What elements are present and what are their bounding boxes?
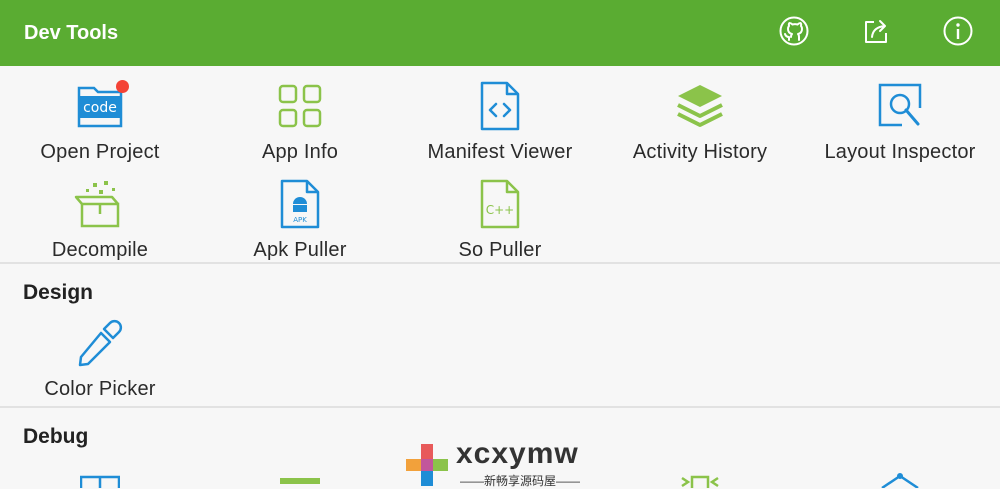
debug-tool-icon[interactable]: [80, 468, 120, 488]
watermark-text: xcxymw: [456, 437, 579, 470]
tool-decompile[interactable]: Decompile: [0, 164, 200, 262]
tool-label: Color Picker: [44, 378, 156, 400]
design-section-title: Design: [23, 281, 94, 304]
debug-tool-icon[interactable]: [280, 468, 320, 488]
code-folder-icon: code: [74, 80, 129, 132]
tool-label: Decompile: [51, 239, 149, 261]
debug-tool-icon[interactable]: [680, 468, 720, 488]
open-box-icon: [74, 178, 126, 230]
tool-app-info[interactable]: App Info: [200, 66, 400, 164]
tool-so-puller[interactable]: C++ So Puller: [400, 164, 600, 262]
app-bar: Dev Tools: [0, 0, 1000, 66]
watermark: xcxymw ——新畅享源码屋——: [404, 437, 604, 488]
tool-label: Layout Inspector: [824, 141, 976, 163]
watermark-logo-icon: [406, 444, 448, 486]
app-bar-actions: [778, 15, 974, 47]
apk-file-icon: APK: [274, 178, 326, 230]
eyedropper-icon: [74, 317, 126, 369]
code-badge-text: code: [83, 100, 117, 116]
layers-icon: [674, 80, 726, 132]
tool-apk-puller[interactable]: APK Apk Puller: [200, 164, 400, 262]
apk-badge-text: APK: [293, 216, 307, 224]
tool-label: App Info: [261, 141, 339, 163]
code-file-icon: [474, 80, 526, 132]
github-icon[interactable]: [778, 15, 810, 47]
inspect-magnifier-icon: [874, 80, 926, 132]
app-title: Dev Tools: [24, 21, 119, 44]
tools-grid: code Open Project App Info Manifest View…: [0, 66, 1000, 262]
info-icon[interactable]: [942, 15, 974, 47]
tool-open-project[interactable]: code Open Project: [0, 66, 200, 164]
design-grid: Color Picker: [0, 309, 1000, 406]
grid-apps-icon: [274, 80, 326, 132]
notification-dot: [116, 80, 129, 93]
tool-manifest-viewer[interactable]: Manifest Viewer: [400, 66, 600, 164]
share-icon[interactable]: [860, 15, 892, 47]
tool-layout-inspector[interactable]: Layout Inspector: [800, 66, 1000, 164]
tool-label: Activity History: [632, 141, 768, 163]
tool-label: Open Project: [40, 141, 160, 163]
watermark-subtext: ——新畅享源码屋——: [460, 474, 581, 488]
cpp-file-icon: C++: [474, 178, 526, 230]
tool-color-picker[interactable]: Color Picker: [0, 309, 200, 406]
tool-label: Apk Puller: [253, 239, 347, 261]
tool-activity-history[interactable]: Activity History: [600, 66, 800, 164]
debug-tool-icon[interactable]: [880, 468, 920, 488]
cpp-badge-text: C++: [486, 203, 515, 217]
tool-label: So Puller: [458, 239, 542, 261]
tool-label: Manifest Viewer: [427, 141, 573, 163]
